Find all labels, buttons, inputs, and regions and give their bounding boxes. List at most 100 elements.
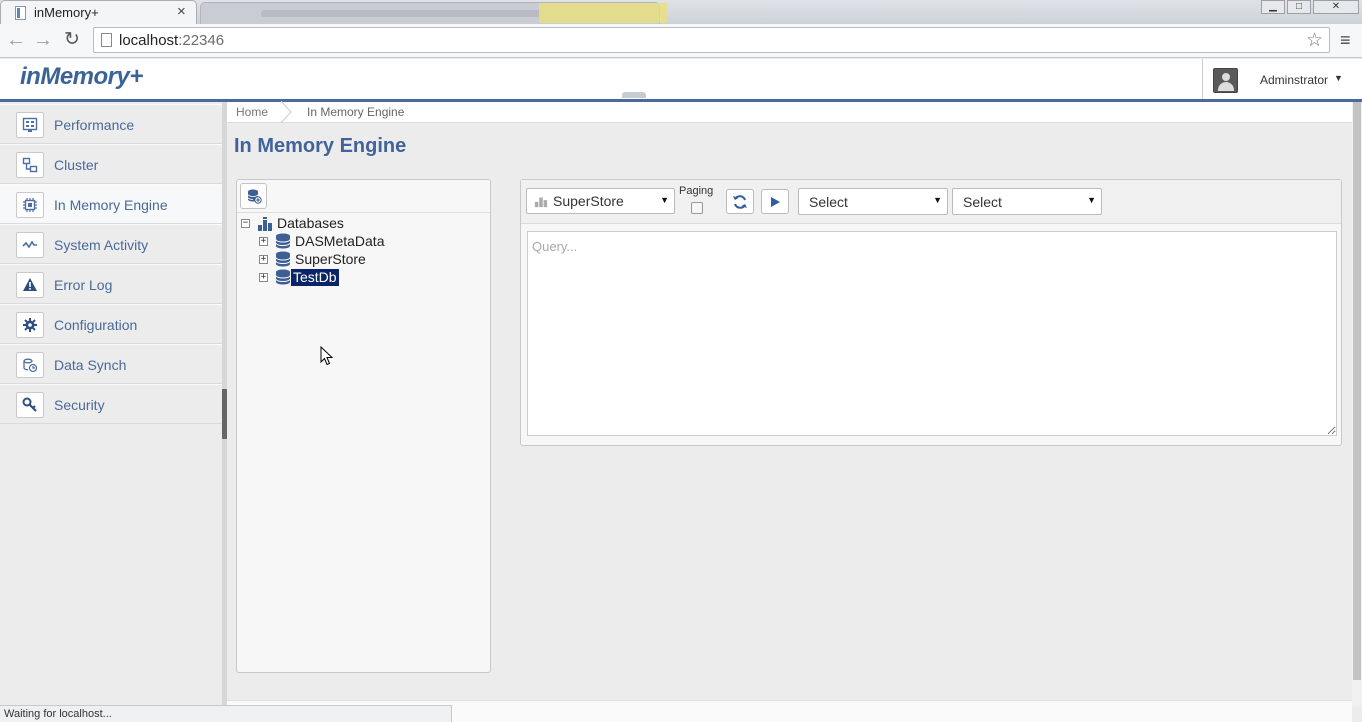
back-arrow-icon[interactable]: ← bbox=[6, 29, 26, 51]
sidebar-item-data-synch[interactable]: Data Synch bbox=[0, 344, 222, 384]
select-dropdown-1[interactable]: Select ▼ bbox=[798, 188, 948, 215]
sidebar-item-error-log[interactable]: Error Log bbox=[0, 264, 222, 304]
user-menu[interactable]: Adminstrator ▼ bbox=[1202, 59, 1362, 99]
app-header: inMemory+ Adminstrator ▼ bbox=[0, 59, 1362, 102]
cluster-icon bbox=[16, 152, 44, 178]
sidebar-item-label: Security bbox=[54, 397, 105, 413]
bookmark-star-icon[interactable]: ☆ bbox=[1306, 29, 1323, 52]
page-icon bbox=[101, 33, 112, 47]
database-tree-panel: − Databases + DASMetaData + SuperStore +… bbox=[236, 179, 491, 673]
header-collapse-handle[interactable] bbox=[622, 92, 646, 98]
browser-toolbar: ← → ↻ localhost:22346 ☆ ≡ bbox=[0, 24, 1362, 58]
sidebar-item-performance[interactable]: Performance bbox=[0, 104, 222, 144]
paging-label: Paging bbox=[679, 185, 714, 197]
database-add-icon bbox=[247, 189, 262, 204]
add-database-button[interactable] bbox=[240, 183, 267, 209]
tree-node-database[interactable]: + SuperStore bbox=[259, 251, 479, 268]
browser-tabstrip: inMemory+ × ▁ □ ✕ bbox=[0, 0, 1362, 24]
sidebar-item-configuration[interactable]: Configuration bbox=[0, 304, 222, 344]
browser-tab-active[interactable]: inMemory+ × bbox=[0, 0, 197, 24]
sidebar-item-label: Cluster bbox=[54, 157, 99, 173]
select-dropdown-value: Select bbox=[963, 194, 1002, 210]
url-host: localhost bbox=[119, 32, 179, 49]
sidebar-item-security[interactable]: Security bbox=[0, 384, 222, 424]
chevron-down-icon[interactable]: ▼ bbox=[1334, 73, 1343, 83]
select-dropdown-value: Select bbox=[809, 194, 848, 210]
database-icon bbox=[275, 233, 291, 249]
tree-expand-toggle[interactable]: + bbox=[259, 255, 268, 264]
browser-menu-icon[interactable]: ≡ bbox=[1340, 30, 1351, 51]
brand-logo[interactable]: inMemory+ bbox=[20, 63, 143, 91]
tree-node-database[interactable]: + TestDb bbox=[259, 269, 479, 286]
user-name[interactable]: Adminstrator bbox=[1260, 73, 1328, 87]
window-minimize-button[interactable]: ▁ bbox=[1261, 0, 1285, 14]
blurred-tab-text bbox=[261, 10, 541, 17]
window-maximize-button[interactable]: □ bbox=[1287, 0, 1311, 14]
sidebar: Performance Cluster In Memory Engine Sys… bbox=[0, 102, 222, 706]
database-select-icon bbox=[534, 197, 548, 208]
play-icon bbox=[771, 196, 780, 207]
breadcrumb: Home In Memory Engine bbox=[227, 101, 1352, 123]
mouse-cursor-icon bbox=[320, 346, 334, 366]
tab-close-icon[interactable]: × bbox=[177, 3, 186, 20]
sidebar-item-label: Error Log bbox=[54, 277, 113, 293]
query-panel: SuperStore ▼ Paging Select ▼ Select ▼ bbox=[520, 179, 1342, 446]
page-title: In Memory Engine bbox=[234, 135, 407, 157]
activity-icon bbox=[16, 232, 44, 258]
browser-tab-title: inMemory+ bbox=[34, 5, 99, 20]
database-icon bbox=[275, 269, 291, 285]
tree-collapse-toggle[interactable]: − bbox=[241, 219, 250, 228]
sidebar-item-in-memory-engine[interactable]: In Memory Engine bbox=[0, 184, 222, 224]
performance-icon bbox=[16, 112, 44, 138]
sidebar-item-label: Performance bbox=[54, 117, 135, 133]
main-scrollbar[interactable] bbox=[1352, 102, 1362, 706]
sidebar-item-label: Data Synch bbox=[54, 357, 127, 373]
browser-tab-inactive[interactable] bbox=[200, 2, 667, 24]
tree-node-label[interactable]: DASMetaData bbox=[293, 233, 386, 250]
key-icon bbox=[16, 392, 44, 418]
query-textarea[interactable] bbox=[527, 231, 1337, 436]
gear-icon bbox=[16, 312, 44, 338]
tree-toolbar bbox=[237, 180, 490, 213]
tree-expand-toggle[interactable]: + bbox=[259, 237, 268, 246]
select-dropdown-2[interactable]: Select ▼ bbox=[952, 188, 1102, 215]
database-select[interactable]: SuperStore ▼ bbox=[526, 188, 675, 214]
address-url[interactable]: localhost:22346 bbox=[119, 32, 224, 49]
databases-root-icon bbox=[258, 217, 272, 231]
sync-icon bbox=[16, 352, 44, 378]
chevron-down-icon: ▼ bbox=[933, 195, 942, 205]
breadcrumb-separator-icon bbox=[280, 101, 292, 123]
database-icon bbox=[275, 251, 291, 267]
tree-node-databases[interactable]: − Databases bbox=[241, 215, 481, 232]
engine-icon bbox=[16, 192, 44, 218]
tree-expand-toggle[interactable]: + bbox=[259, 273, 268, 282]
tree-node-database[interactable]: + DASMetaData bbox=[259, 233, 479, 250]
database-select-value: SuperStore bbox=[553, 193, 624, 209]
paging-checkbox[interactable] bbox=[691, 202, 703, 214]
tree-node-label-selected[interactable]: TestDb bbox=[291, 269, 339, 286]
tree-node-label[interactable]: SuperStore bbox=[293, 251, 368, 268]
window-close-button[interactable]: ✕ bbox=[1313, 0, 1359, 14]
page-favicon-icon bbox=[15, 6, 26, 20]
refresh-button[interactable] bbox=[726, 189, 754, 214]
query-toolbar: SuperStore ▼ Paging Select ▼ Select ▼ bbox=[521, 180, 1341, 224]
reload-icon[interactable]: ↻ bbox=[64, 29, 80, 51]
main-scroll-thumb[interactable] bbox=[1353, 102, 1361, 680]
sidebar-item-system-activity[interactable]: System Activity bbox=[0, 224, 222, 264]
tree-node-label[interactable]: Databases bbox=[275, 215, 346, 232]
browser-status-bar: Waiting for localhost... bbox=[0, 705, 452, 722]
sidebar-item-label: Configuration bbox=[54, 317, 138, 333]
breadcrumb-current: In Memory Engine bbox=[307, 105, 405, 119]
address-bar[interactable]: localhost:22346 ☆ bbox=[93, 27, 1330, 53]
tab-highlight bbox=[539, 3, 667, 23]
refresh-icon bbox=[733, 194, 747, 209]
run-query-button[interactable] bbox=[761, 189, 789, 214]
chevron-down-icon: ▼ bbox=[660, 195, 669, 205]
url-port: :22346 bbox=[178, 32, 225, 49]
breadcrumb-home[interactable]: Home bbox=[236, 105, 268, 119]
forward-arrow-icon[interactable]: → bbox=[33, 29, 53, 51]
sidebar-item-cluster[interactable]: Cluster bbox=[0, 144, 222, 184]
sidebar-item-label: System Activity bbox=[54, 237, 149, 253]
avatar[interactable] bbox=[1213, 68, 1238, 93]
warning-icon bbox=[16, 272, 44, 298]
